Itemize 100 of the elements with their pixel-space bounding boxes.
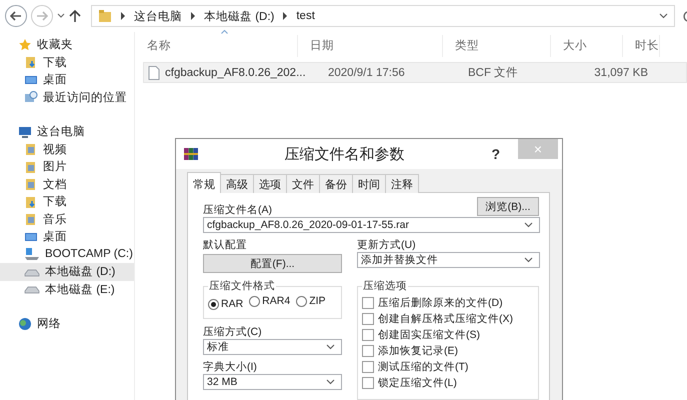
radio-label: ZIP: [309, 295, 326, 307]
dropdown-caret-icon: [524, 257, 533, 263]
folder-icon: [24, 177, 38, 192]
help-button[interactable]: ?: [491, 146, 500, 162]
file-name: cfgbackup_AF8.0.26_202...: [164, 66, 307, 78]
checkbox[interactable]: [362, 361, 374, 373]
column-header[interactable]: 时长: [623, 35, 660, 57]
sidebar-item[interactable]: 网络: [0, 315, 134, 332]
tab[interactable]: 时间: [352, 174, 386, 193]
column-header[interactable]: 类型: [443, 35, 551, 57]
sidebar-item[interactable]: 下载: [0, 54, 134, 71]
field-label: 更新方式(U): [357, 238, 417, 252]
checkbox-label: 压缩后删除原来的文件(D): [378, 296, 503, 310]
checkbox-label: 锁定压缩文件(L): [378, 376, 457, 390]
back-arrow-icon: [10, 11, 22, 21]
field-label: 字典大小(I): [203, 360, 258, 374]
dropdown-caret-icon: [326, 379, 335, 385]
dropdown-caret-icon: [326, 344, 335, 350]
recent-places-icon: [24, 90, 38, 104]
method-dropdown[interactable]: 标准: [203, 339, 342, 355]
column-header[interactable]: 大小: [551, 35, 623, 57]
archive-name-field[interactable]: cfgbackup_AF8.0.26_2020-09-01-17-55.rar: [203, 217, 540, 233]
chevron-icon: [120, 12, 126, 20]
browse-button[interactable]: 浏览(B)...: [477, 197, 539, 216]
radio-label: RAR: [221, 298, 244, 310]
folder-icon: [24, 142, 38, 156]
dictionary-dropdown[interactable]: 32 MB: [203, 374, 342, 390]
tab[interactable]: 备份: [319, 174, 353, 193]
path-segment[interactable]: 这台电脑: [134, 8, 182, 24]
radio-icon[interactable]: [208, 298, 219, 310]
tab[interactable]: 高级: [220, 174, 254, 193]
file-date: 2020/9/1 17:56: [327, 66, 406, 78]
tab[interactable]: 注释: [385, 174, 419, 193]
sidebar-item[interactable]: 本地磁盘 (E:): [0, 280, 134, 298]
sort-caret-icon: [221, 30, 228, 34]
checkbox[interactable]: [362, 313, 374, 325]
dialog-title: 压缩文件名和参数: [284, 144, 406, 164]
sidebar-item[interactable]: 桌面: [0, 71, 134, 88]
format-radio[interactable]: RAR: [208, 298, 244, 310]
checkbox[interactable]: [362, 377, 374, 389]
caret-icon[interactable]: [57, 13, 65, 19]
network-icon: [18, 316, 32, 331]
sidebar-item[interactable]: 这台电脑: [0, 123, 134, 140]
radio-icon[interactable]: [249, 296, 260, 306]
profile-button[interactable]: 配置(F)...: [203, 254, 342, 273]
file-type: BCF 文件: [468, 66, 520, 80]
download-folder-icon: [24, 194, 38, 209]
chevron-icon: [190, 12, 196, 20]
checkbox[interactable]: [362, 329, 374, 341]
dropdown-caret-icon[interactable]: [659, 13, 668, 19]
tab[interactable]: 文件: [286, 174, 320, 193]
checkbox-label: 创建自解压格式压缩文件(X): [378, 312, 513, 326]
folder-icon: [24, 212, 38, 226]
checkbox[interactable]: [362, 345, 374, 357]
up-arrow-icon[interactable]: [69, 9, 81, 23]
column-header[interactable]: 日期: [298, 35, 443, 57]
computer-icon: [18, 124, 32, 139]
group-title: 压缩选项: [362, 279, 408, 293]
sidebar-item[interactable]: 视频: [0, 140, 134, 158]
folder-icon: [24, 160, 38, 174]
file-size: 31,097 KB: [593, 66, 649, 78]
sidebar-item[interactable]: 图片: [0, 158, 134, 176]
format-radio[interactable]: RAR4: [249, 295, 290, 307]
format-radio[interactable]: ZIP: [296, 295, 326, 307]
tab[interactable]: 常规: [187, 172, 221, 193]
group-title: 压缩文件格式: [208, 279, 276, 293]
sidebar-item[interactable]: 本地磁盘 (D:): [0, 263, 134, 280]
system-drive-icon: [24, 247, 40, 262]
checkbox-label: 创建固实压缩文件(S): [378, 328, 480, 342]
address-bar[interactable]: 这台电脑 本地磁盘 (D:) test: [91, 5, 675, 27]
app-logo-icon: [184, 148, 198, 160]
file-row[interactable]: cfgbackup_AF8.0.26_202... 2020/9/1 17:56 BCF 文件 31,097 KB: [143, 62, 687, 83]
field-label: 压缩文件名(A): [203, 203, 272, 217]
file-icon: [148, 66, 160, 80]
checkbox[interactable]: [362, 297, 374, 309]
sidebar-item[interactable]: 文档: [0, 176, 134, 193]
forward-arrow-icon: [36, 11, 48, 21]
checkbox-label: 测试压缩的文件(T): [378, 360, 468, 374]
path-segment[interactable]: 本地磁盘 (D:): [204, 8, 274, 24]
chevron-icon: [282, 12, 288, 20]
sidebar-item[interactable]: 最近访问的位置: [0, 88, 134, 106]
field-label: 默认配置: [203, 238, 248, 252]
download-folder-icon: [24, 55, 38, 70]
radio-icon[interactable]: [296, 296, 308, 306]
sidebar-item[interactable]: 收藏夹: [0, 36, 134, 54]
tab[interactable]: 选项: [253, 174, 287, 193]
checkbox-label: 添加恢复记录(E): [378, 344, 458, 358]
sidebar-item[interactable]: 音乐: [0, 210, 134, 228]
sidebar-item[interactable]: BOOTCAMP (C:): [0, 246, 134, 263]
dropdown-caret-icon: [524, 222, 533, 228]
star-icon: [18, 38, 32, 52]
folder-icon: [98, 9, 112, 23]
back-button[interactable]: [5, 5, 27, 27]
column-header[interactable]: 名称: [135, 35, 298, 57]
sidebar-item[interactable]: 桌面: [0, 228, 134, 246]
update-mode-dropdown[interactable]: 添加并替换文件: [357, 252, 540, 268]
radio-label: RAR4: [262, 295, 290, 307]
field-label: 压缩方式(C): [203, 325, 263, 339]
path-segment[interactable]: test: [296, 10, 315, 22]
sidebar-item[interactable]: 下载: [0, 193, 134, 210]
